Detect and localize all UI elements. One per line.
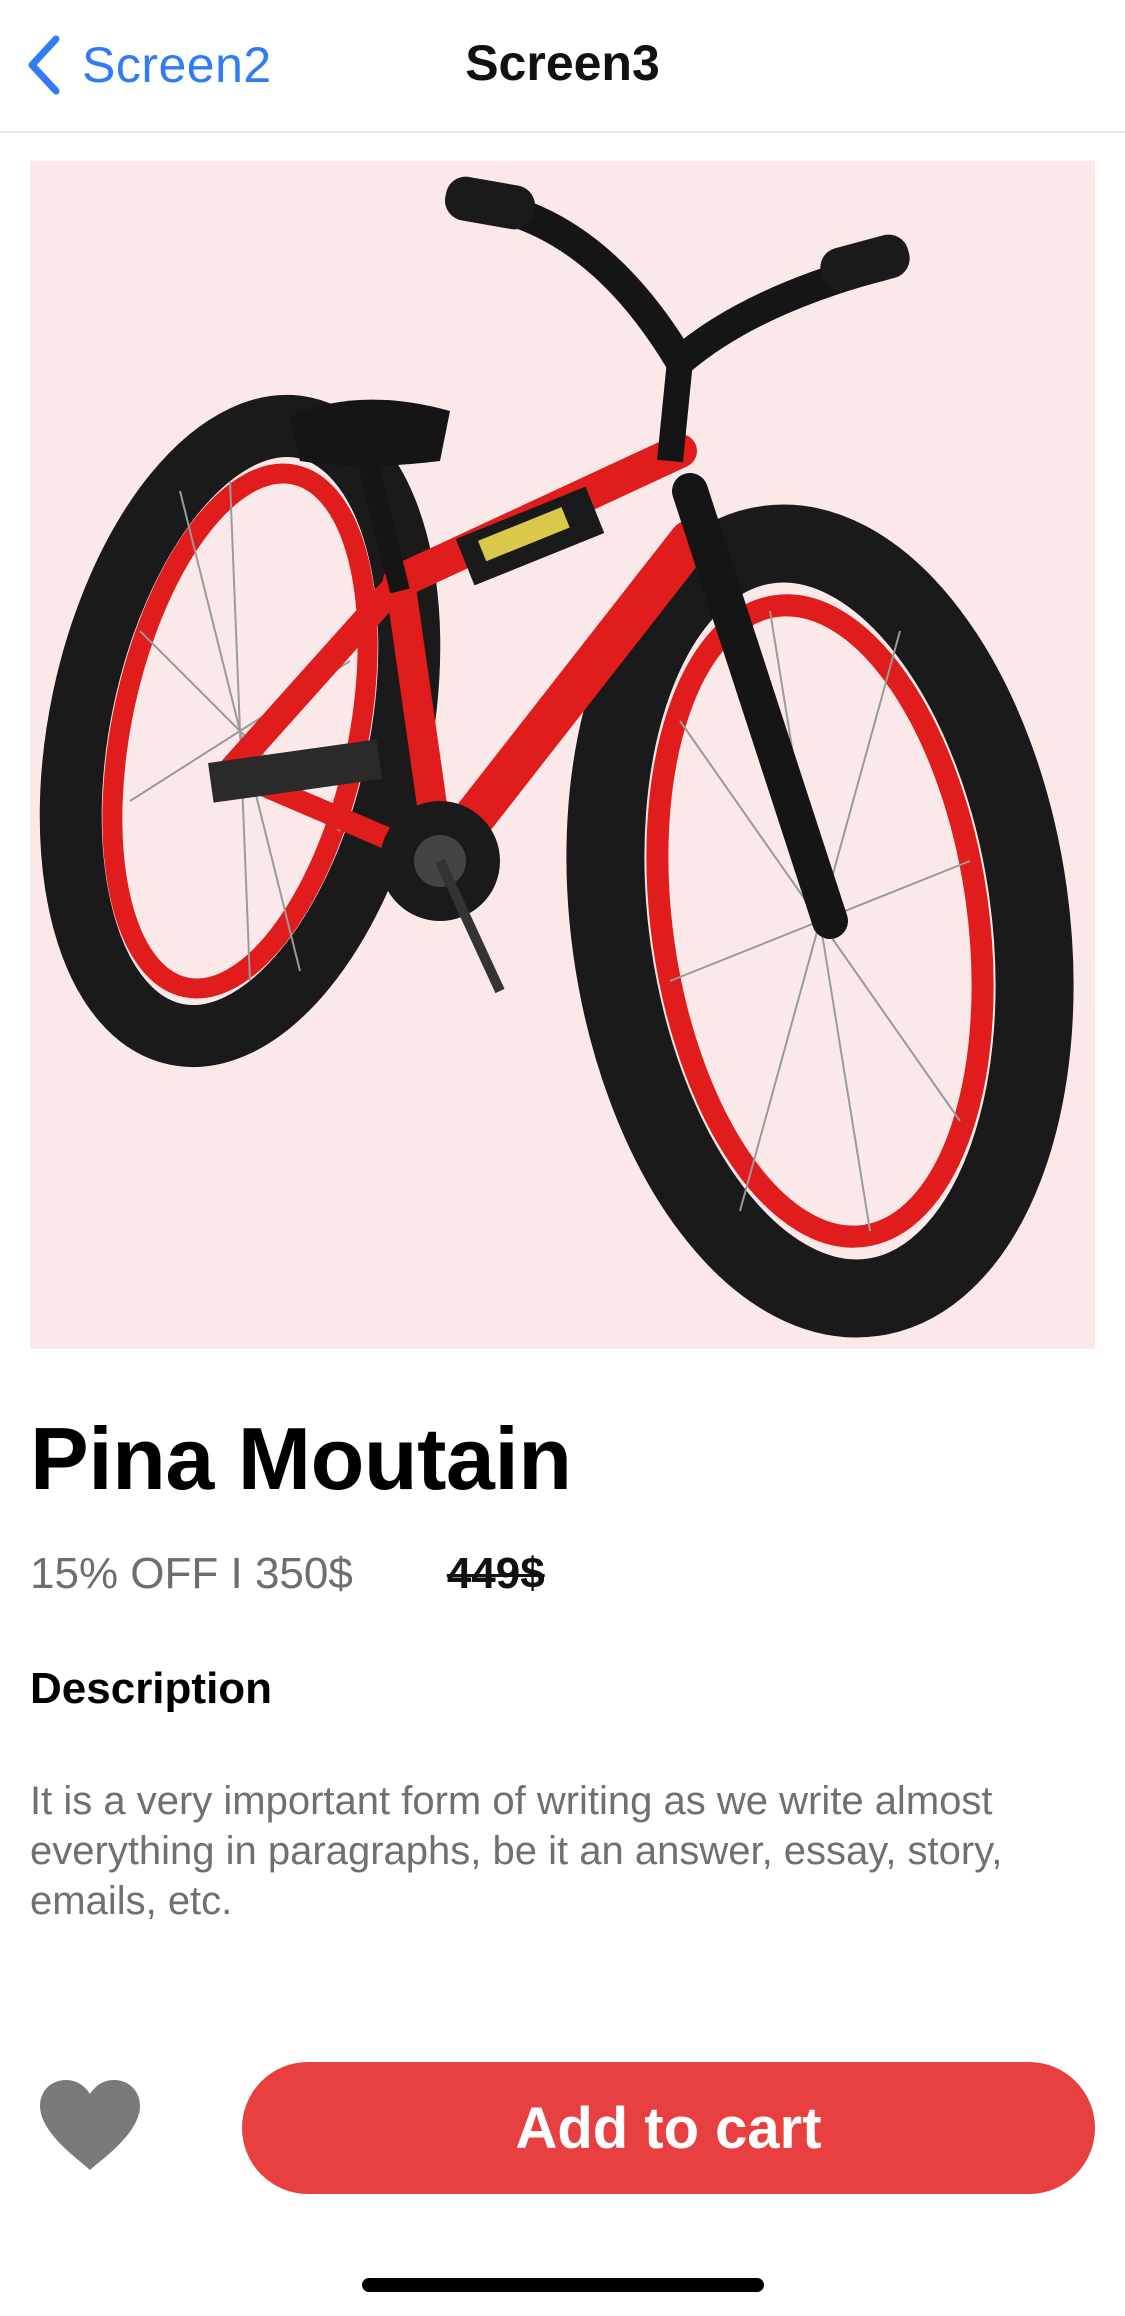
favorite-button[interactable] bbox=[36, 2078, 144, 2174]
heart-icon bbox=[40, 2080, 140, 2170]
price-row: 15% OFF I 350$ 449$ bbox=[30, 1546, 545, 1602]
navigation-bar: Screen2 Screen3 bbox=[0, 0, 1125, 133]
page-title: Screen3 bbox=[465, 35, 660, 91]
rear-wheel bbox=[39, 394, 441, 1068]
bike-handlebar bbox=[445, 176, 910, 463]
description-heading: Description bbox=[30, 1664, 273, 1713]
home-indicator bbox=[362, 2278, 764, 2292]
add-to-cart-button[interactable]: Add to cart bbox=[242, 2062, 1095, 2194]
product-image bbox=[30, 161, 1095, 1349]
original-price: 449$ bbox=[446, 1549, 545, 1598]
description-text: It is a very important form of writing a… bbox=[30, 1779, 1003, 1923]
product-title: Pina Moutain bbox=[30, 1409, 572, 1508]
bicycle-illustration bbox=[39, 176, 1074, 1338]
discount-price: 15% OFF I 350$ bbox=[30, 1549, 353, 1598]
